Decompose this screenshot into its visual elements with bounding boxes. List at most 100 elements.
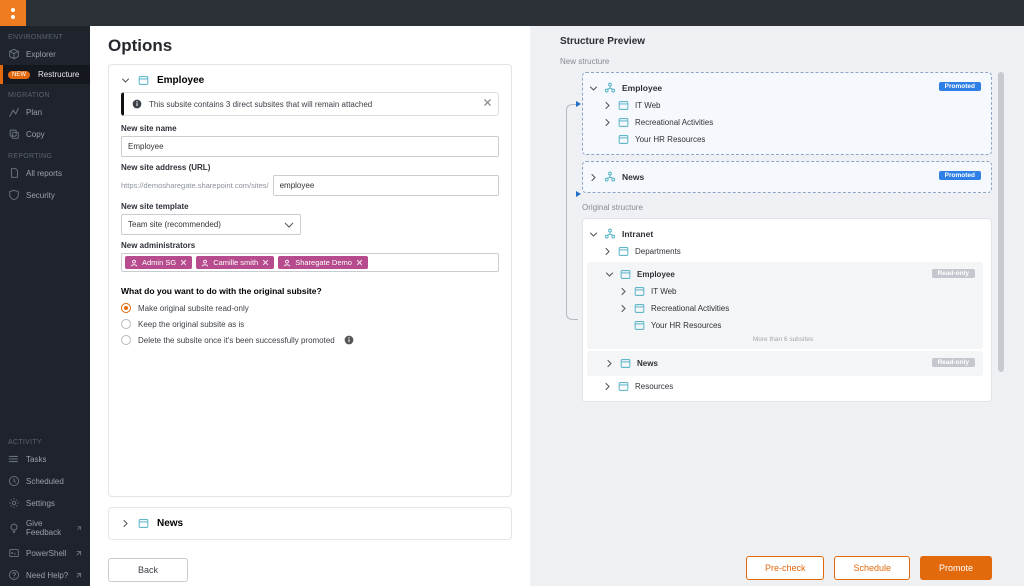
schedule-button[interactable]: Schedule bbox=[834, 556, 910, 580]
close-icon[interactable] bbox=[483, 98, 492, 107]
node-recreational[interactable]: Recreational Activities bbox=[601, 114, 983, 131]
radio-label: Delete the subsite once it's been succes… bbox=[138, 336, 335, 345]
new-structure-news-group: News Promoted bbox=[582, 161, 992, 193]
node-departments[interactable]: Departments bbox=[601, 243, 983, 260]
original-subsite-question: What do you want to do with the original… bbox=[121, 286, 499, 296]
info-alert: This subsite contains 3 direct subsites … bbox=[121, 92, 499, 116]
sidebar-item-restructure[interactable]: NEW Restructure bbox=[0, 65, 90, 84]
connector-lines bbox=[560, 72, 582, 546]
node-news-orig[interactable]: News Read-only bbox=[603, 355, 977, 372]
node-label: Departments bbox=[635, 247, 681, 256]
remove-icon[interactable] bbox=[262, 259, 269, 266]
sidebar-label: Scheduled bbox=[26, 477, 64, 486]
admin-chip: Sharegate Demo bbox=[278, 256, 368, 269]
node-hr[interactable]: Your HR Resources bbox=[601, 131, 983, 148]
info-icon bbox=[132, 99, 142, 109]
chevron-right-icon bbox=[619, 304, 628, 313]
chevron-down-icon bbox=[121, 76, 130, 85]
site-icon bbox=[618, 134, 629, 145]
readonly-badge: Read-only bbox=[932, 358, 975, 367]
terminal-icon bbox=[8, 547, 20, 559]
node-label: Employee bbox=[637, 270, 675, 279]
promote-button[interactable]: Promote bbox=[920, 556, 992, 580]
radio-icon bbox=[121, 335, 131, 345]
user-icon bbox=[283, 259, 291, 267]
node-employee-orig[interactable]: Employee Read-only bbox=[603, 266, 977, 283]
chevron-right-icon bbox=[603, 247, 612, 256]
accordion-header-employee[interactable]: Employee bbox=[121, 75, 499, 86]
sidebar-section-reporting: REPORTING bbox=[0, 145, 90, 162]
original-structure-heading: Original structure bbox=[582, 203, 992, 212]
sidebar-section-activity: ACTIVITY bbox=[0, 431, 90, 448]
remove-icon[interactable] bbox=[356, 259, 363, 266]
alert-text: This subsite contains 3 direct subsites … bbox=[149, 100, 372, 109]
external-link-icon bbox=[75, 550, 82, 557]
node-recreational-orig[interactable]: Recreational Activities bbox=[617, 300, 977, 317]
sidebar-item-security[interactable]: Security bbox=[0, 184, 90, 206]
radio-read-only[interactable]: Make original subsite read-only bbox=[121, 300, 499, 316]
hub-icon bbox=[604, 228, 616, 240]
sidebar: ENVIRONMENT Explorer NEW Restructure MIG… bbox=[0, 26, 90, 586]
sidebar-item-copy[interactable]: Copy bbox=[0, 123, 90, 145]
sidebar-item-powershell[interactable]: PowerShell bbox=[0, 542, 90, 564]
sidebar-label: Security bbox=[26, 191, 55, 200]
clock-icon bbox=[8, 475, 20, 487]
sidebar-item-give-feedback[interactable]: Give Feedback bbox=[0, 514, 90, 542]
node-it-web[interactable]: IT Web bbox=[601, 97, 983, 114]
sidebar-item-explorer[interactable]: Explorer bbox=[0, 43, 90, 65]
external-link-icon bbox=[76, 525, 82, 532]
sidebar-item-tasks[interactable]: Tasks bbox=[0, 448, 90, 470]
footer-actions: Pre-check Schedule Promote bbox=[560, 546, 992, 580]
chevron-right-icon bbox=[619, 287, 628, 296]
node-it-web-orig[interactable]: IT Web bbox=[617, 283, 977, 300]
back-button[interactable]: Back bbox=[108, 558, 188, 582]
preview-panel: Structure Preview New structure bbox=[530, 26, 1024, 586]
accordion-header-news[interactable]: News bbox=[121, 518, 499, 529]
label-site-address: New site address (URL) bbox=[121, 163, 499, 172]
promoted-badge: Promoted bbox=[939, 171, 981, 180]
promoted-badge: Promoted bbox=[939, 82, 981, 91]
sidebar-item-need-help[interactable]: Need Help? bbox=[0, 564, 90, 586]
sidebar-label: Explorer bbox=[26, 50, 56, 59]
new-structure-heading: New structure bbox=[560, 57, 992, 66]
scrollbar[interactable] bbox=[998, 72, 1004, 372]
cube-icon bbox=[8, 48, 20, 60]
original-structure-group: Intranet Departments bbox=[582, 218, 992, 402]
plan-icon bbox=[8, 106, 20, 118]
app-logo bbox=[0, 0, 26, 26]
site-icon bbox=[618, 117, 629, 128]
label-site-name: New site name bbox=[121, 124, 499, 133]
node-hr-orig[interactable]: Your HR Resources bbox=[617, 317, 977, 334]
options-panel: Options Employee This subsite contains 3… bbox=[90, 26, 530, 586]
chevron-right-icon bbox=[589, 173, 598, 182]
node-employee[interactable]: Employee Promoted bbox=[587, 79, 983, 97]
chevron-right-icon bbox=[603, 382, 612, 391]
radio-keep[interactable]: Keep the original subsite as is bbox=[121, 316, 499, 332]
site-template-select[interactable]: Team site (recommended) bbox=[121, 214, 301, 235]
remove-icon[interactable] bbox=[180, 259, 187, 266]
sidebar-item-settings[interactable]: Settings bbox=[0, 492, 90, 514]
node-label: Recreational Activities bbox=[651, 304, 729, 313]
precheck-button[interactable]: Pre-check bbox=[746, 556, 825, 580]
node-label: Intranet bbox=[622, 229, 653, 239]
node-news[interactable]: News Promoted bbox=[587, 168, 983, 186]
node-intranet[interactable]: Intranet bbox=[587, 225, 983, 243]
sidebar-item-plan[interactable]: Plan bbox=[0, 101, 90, 123]
site-icon bbox=[634, 303, 645, 314]
site-icon bbox=[618, 246, 629, 257]
sidebar-item-all-reports[interactable]: All reports bbox=[0, 162, 90, 184]
radio-delete[interactable]: Delete the subsite once it's been succes… bbox=[121, 332, 499, 348]
chevron-down-icon bbox=[605, 270, 614, 279]
info-icon[interactable] bbox=[344, 335, 354, 345]
admins-input[interactable]: Admin SG Camille smith Sharegate Demo bbox=[121, 253, 499, 272]
sidebar-label: PowerShell bbox=[26, 549, 66, 558]
radio-icon bbox=[121, 303, 131, 313]
site-address-input[interactable] bbox=[273, 175, 499, 196]
node-resources[interactable]: Resources bbox=[601, 378, 983, 395]
sidebar-label: Restructure bbox=[38, 70, 79, 79]
preview-title: Structure Preview bbox=[560, 36, 992, 47]
chip-label: Camille smith bbox=[213, 258, 258, 267]
site-icon bbox=[138, 75, 149, 86]
site-name-input[interactable] bbox=[121, 136, 499, 157]
sidebar-item-scheduled[interactable]: Scheduled bbox=[0, 470, 90, 492]
